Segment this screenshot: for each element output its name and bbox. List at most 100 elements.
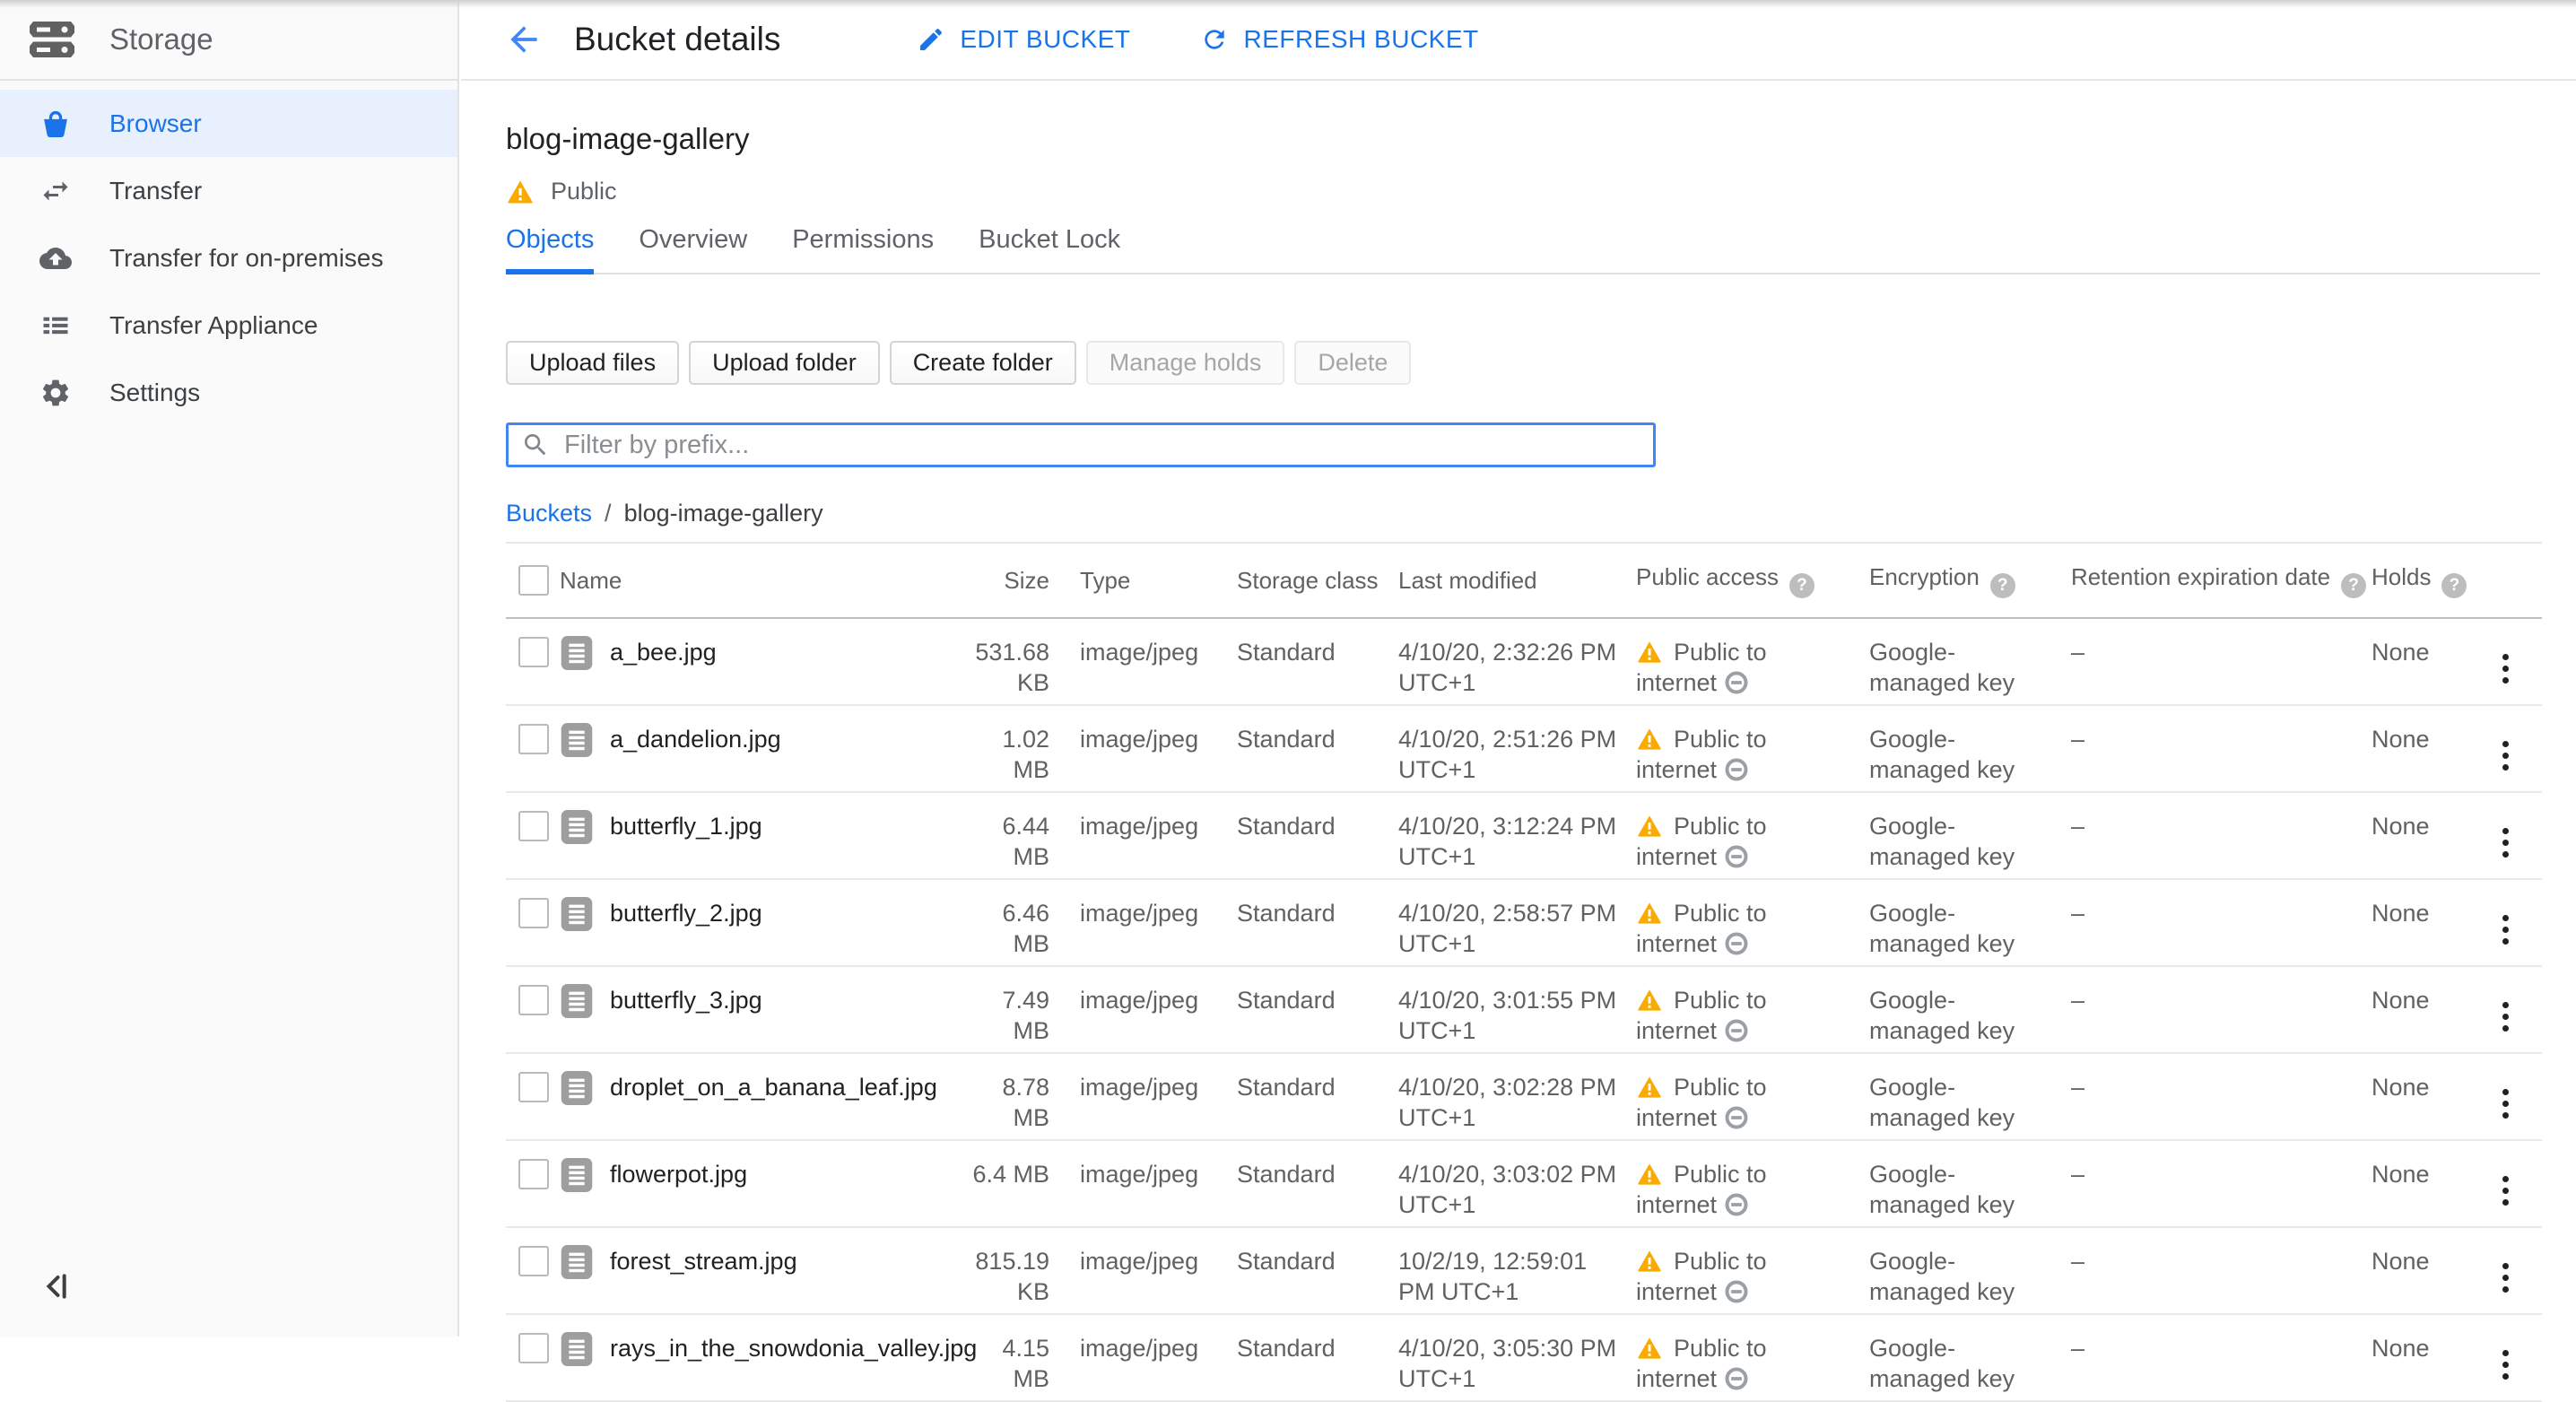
bucket-details-content: blog-image-gallery Public Objects Overvi… [461,122,2576,1402]
object-name-link[interactable]: butterfly_3.jpg [610,985,762,1015]
help-icon[interactable] [2341,573,2366,598]
table-row: a_bee.jpg 531.68 KB image/jpeg Standard … [506,618,2542,705]
object-name-link[interactable]: forest_stream.jpg [610,1246,797,1276]
row-menu-button[interactable] [2497,913,2514,946]
cell-retention: – [2071,1335,2084,1362]
upload-folder-button[interactable]: Upload folder [689,341,880,385]
row-checkbox[interactable] [518,637,549,667]
sidebar-item-label: Settings [109,379,200,407]
public-link-icon[interactable] [1724,1105,1749,1130]
object-name-link[interactable]: butterfly_1.jpg [610,811,762,841]
refresh-bucket-button[interactable]: REFRESH BUCKET [1200,25,1478,54]
main-panel: Bucket details EDIT BUCKET REFRESH BUCKE… [461,0,2576,1337]
breadcrumb: Buckets / blog-image-gallery [506,500,2540,527]
warning-icon [1636,814,1663,839]
object-name-link[interactable]: rays_in_the_snowdonia_valley.jpg [610,1333,977,1363]
select-all-checkbox[interactable] [518,565,549,596]
cell-last-modified: 4/10/20, 2:51:26 PM UTC+1 [1398,726,1616,783]
public-link-icon[interactable] [1724,1018,1749,1043]
cell-holds: None [2371,900,2430,927]
row-menu-button[interactable] [2497,1087,2514,1120]
sidebar-item-label: Transfer [109,177,202,205]
object-name-link[interactable]: a_bee.jpg [610,637,717,667]
object-table-body: a_bee.jpg 531.68 KB image/jpeg Standard … [506,618,2542,1401]
cell-size: 8.78 MB [1002,1074,1049,1131]
refresh-bucket-label: REFRESH BUCKET [1243,25,1478,54]
search-icon [521,431,550,459]
file-icon [560,808,594,846]
collapse-sidebar-button[interactable] [38,1268,74,1304]
object-name-link[interactable]: flowerpot.jpg [610,1159,747,1189]
row-menu-button[interactable] [2497,652,2514,685]
manage-holds-button[interactable]: Manage holds [1086,341,1285,385]
tab-objects[interactable]: Objects [506,225,594,274]
back-button[interactable] [504,20,544,59]
tab-bucket-lock[interactable]: Bucket Lock [979,225,1120,274]
cell-type: image/jpeg [1080,813,1198,840]
tab-permissions[interactable]: Permissions [792,225,934,274]
upload-files-button[interactable]: Upload files [506,341,679,385]
sidebar-item-transfer-appliance[interactable]: Transfer Appliance [0,292,457,359]
cell-encryption: Google- managed key [1869,1161,2015,1218]
help-icon[interactable] [2441,573,2467,598]
filter-input[interactable] [564,431,1640,460]
public-link-icon[interactable] [1724,757,1749,782]
sidebar-item-transfer-on-premises[interactable]: Transfer for on-premises [0,224,457,292]
row-menu-button[interactable] [2497,826,2514,859]
row-checkbox[interactable] [518,1246,549,1276]
public-link-icon[interactable] [1724,1279,1749,1304]
cell-type: image/jpeg [1080,1248,1198,1275]
public-link-icon[interactable] [1724,1366,1749,1391]
column-header-public-access: Public access [1636,543,1869,618]
breadcrumb-buckets-link[interactable]: Buckets [506,500,592,527]
row-menu-button[interactable] [2497,1348,2514,1381]
create-folder-button[interactable]: Create folder [890,341,1076,385]
swap-arrows-icon [39,175,72,207]
help-icon[interactable] [1990,573,2015,598]
warning-icon [1636,901,1663,926]
row-menu-button[interactable] [2497,1000,2514,1033]
sidebar-nav: Browser Transfer Transfer for on-premise… [0,81,457,426]
row-menu-button[interactable] [2497,1261,2514,1294]
file-icon [560,1069,594,1107]
row-checkbox[interactable] [518,724,549,754]
cell-storage-class: Standard [1237,1248,1336,1275]
row-checkbox[interactable] [518,1072,549,1102]
sidebar-item-settings[interactable]: Settings [0,359,457,426]
cell-encryption: Google- managed key [1869,813,2015,870]
row-checkbox[interactable] [518,1333,549,1363]
help-icon[interactable] [1789,573,1815,598]
row-menu-button[interactable] [2497,1174,2514,1207]
sidebar-header: Storage [0,0,457,81]
public-link-icon[interactable] [1724,844,1749,869]
row-menu-button[interactable] [2497,739,2514,772]
file-icon [560,634,594,672]
object-name-link[interactable]: butterfly_2.jpg [610,898,762,928]
public-link-icon[interactable] [1724,931,1749,956]
row-checkbox[interactable] [518,898,549,928]
cell-storage-class: Standard [1237,813,1336,840]
cell-size: 1.02 MB [1002,726,1049,783]
sidebar-item-browser[interactable]: Browser [0,90,457,157]
row-checkbox[interactable] [518,811,549,841]
row-checkbox[interactable] [518,1159,549,1189]
back-arrow-icon [504,20,544,59]
storage-logo-icon [25,13,79,66]
object-name-link[interactable]: a_dandelion.jpg [610,724,781,754]
object-name-link[interactable]: droplet_on_a_banana_leaf.jpg [610,1072,937,1102]
public-link-icon[interactable] [1724,670,1749,695]
table-row: droplet_on_a_banana_leaf.jpg 8.78 MB ima… [506,1053,2542,1140]
sidebar-item-transfer[interactable]: Transfer [0,157,457,224]
delete-button[interactable]: Delete [1294,341,1411,385]
edit-bucket-button[interactable]: EDIT BUCKET [917,25,1130,54]
file-icon [560,1243,594,1281]
cell-type: image/jpeg [1080,639,1198,666]
tab-overview[interactable]: Overview [639,225,747,274]
cell-holds: None [2371,813,2430,840]
row-checkbox[interactable] [518,985,549,1015]
cell-storage-class: Standard [1237,900,1336,927]
file-icon [560,721,594,759]
cell-storage-class: Standard [1237,987,1336,1014]
cell-storage-class: Standard [1237,1335,1336,1362]
public-link-icon[interactable] [1724,1192,1749,1217]
